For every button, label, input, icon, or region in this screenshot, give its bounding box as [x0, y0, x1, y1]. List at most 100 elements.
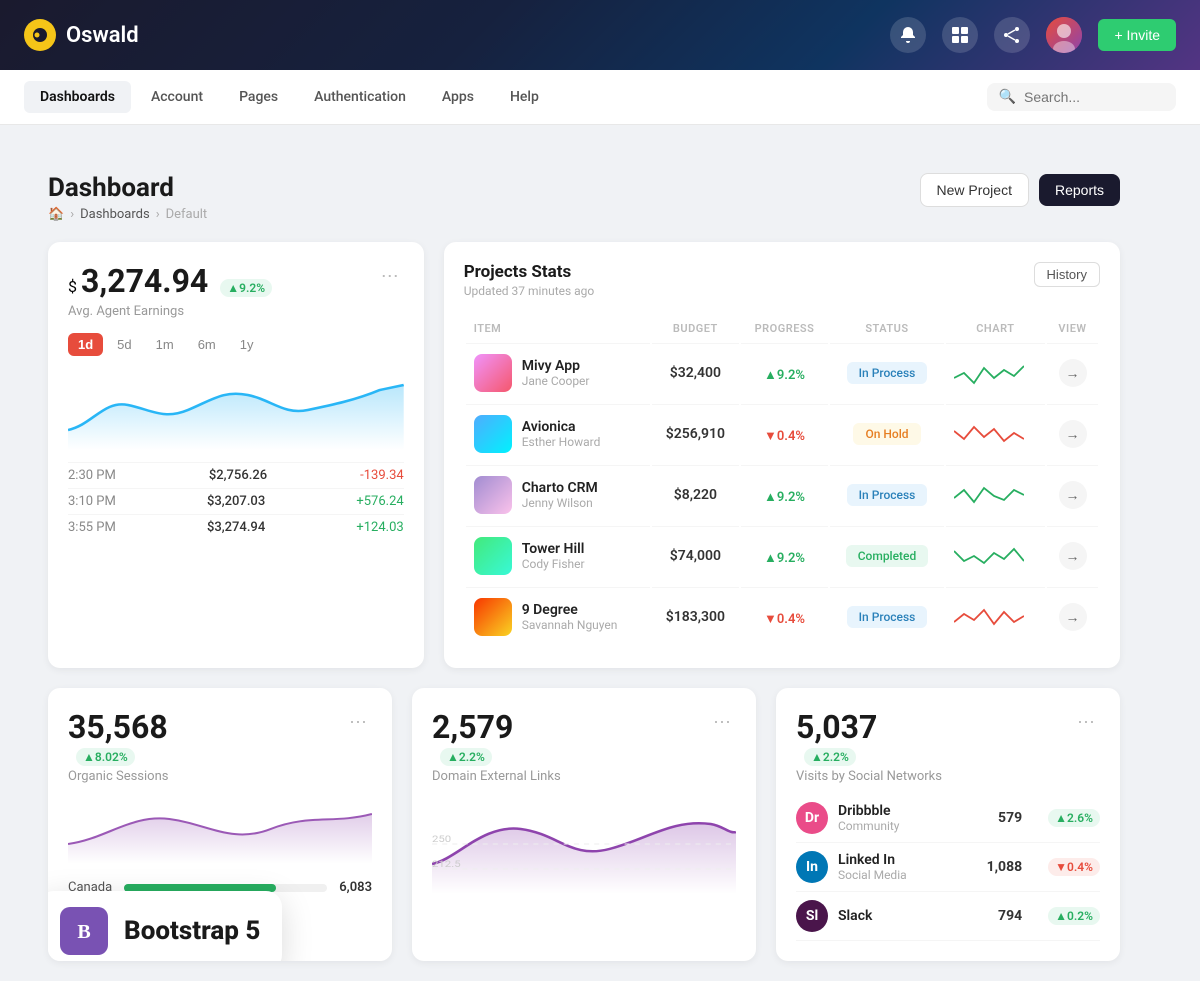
- earnings-more-button[interactable]: ⋯: [376, 262, 404, 290]
- time-3: 3:55 PM: [68, 520, 116, 535]
- social-row-2: Sl Slack 794 ▲0.2%: [796, 892, 1100, 941]
- proj-progress-2: ▲9.2%: [741, 465, 828, 524]
- amount-1: $2,756.26: [209, 468, 267, 483]
- svg-text:212.5: 212.5: [432, 858, 461, 869]
- tab-1y[interactable]: 1y: [230, 333, 264, 356]
- page-title: Dashboard: [48, 173, 207, 203]
- breadcrumb: 🏠 › Dashboards › Default: [48, 207, 207, 222]
- amount-2: $3,207.03: [207, 494, 265, 509]
- nav-apps[interactable]: Apps: [426, 81, 490, 113]
- change-1: -139.34: [360, 468, 404, 483]
- social-name-0: Dribbble: [838, 803, 899, 819]
- table-row: Charto CRM Jenny Wilson $8,220 ▲9.2% In …: [466, 465, 1098, 524]
- nav-authentication[interactable]: Authentication: [298, 81, 422, 113]
- col-chart: CHART: [946, 316, 1045, 341]
- nav-icons: + Invite: [890, 17, 1176, 53]
- social-name-1: Linked In: [838, 852, 907, 868]
- menu-bar: Dashboards Account Pages Authentication …: [0, 70, 1200, 125]
- earnings-card: ⋯ $ 3,274.94 ▲9.2% Avg. Agent Earnings 1…: [48, 242, 424, 668]
- logo-area: Oswald: [24, 19, 890, 51]
- table-row: Avionica Esther Howard $256,910 ▼0.4% On…: [466, 404, 1098, 463]
- projects-title: Projects Stats: [464, 262, 595, 282]
- external-links-card: ⋯ 2,579 ▲2.2% Domain External Links: [412, 688, 756, 961]
- tab-1m[interactable]: 1m: [146, 333, 184, 356]
- nav-dashboards[interactable]: Dashboards: [24, 81, 131, 113]
- links-badge: ▲2.2%: [440, 748, 492, 766]
- history-button[interactable]: History: [1034, 262, 1100, 287]
- view-btn-3[interactable]: →: [1059, 542, 1087, 570]
- social-count-1: 1,088: [987, 859, 1023, 875]
- proj-status-2: In Process: [830, 465, 944, 524]
- tab-6m[interactable]: 6m: [188, 333, 226, 356]
- notification-icon[interactable]: [890, 17, 926, 53]
- time-2: 3:10 PM: [68, 494, 116, 509]
- tab-5d[interactable]: 5d: [107, 333, 141, 356]
- avatar[interactable]: [1046, 17, 1082, 53]
- proj-status-1: On Hold: [830, 404, 944, 463]
- social-icon-0: Dr: [796, 802, 828, 834]
- tab-1d[interactable]: 1d: [68, 333, 103, 356]
- view-btn-0[interactable]: →: [1059, 359, 1087, 387]
- time-1: 2:30 PM: [68, 468, 116, 483]
- proj-progress-0: ▲9.2%: [741, 343, 828, 402]
- proj-name-2: Charto CRM: [522, 480, 598, 496]
- social-badge: ▲2.2%: [804, 748, 856, 766]
- col-view: VIEW: [1047, 316, 1098, 341]
- table-row: Mivy App Jane Cooper $32,400 ▲9.2% In Pr…: [466, 343, 1098, 402]
- time-data: 2:30 PM $2,756.26 -139.34 3:10 PM $3,207…: [68, 462, 404, 540]
- time-tabs: 1d 5d 1m 6m 1y: [68, 333, 404, 356]
- sessions-more-button[interactable]: ⋯: [344, 708, 372, 736]
- proj-owner-4: Savannah Nguyen: [522, 618, 618, 632]
- proj-status-3: Completed: [830, 526, 944, 585]
- share-icon[interactable]: [994, 17, 1030, 53]
- view-btn-2[interactable]: →: [1059, 481, 1087, 509]
- proj-chart-1: [946, 404, 1045, 463]
- social-name-2: Slack: [838, 908, 872, 924]
- change-3: +124.03: [356, 520, 403, 535]
- links-label: Domain External Links: [432, 769, 736, 784]
- proj-view-1[interactable]: →: [1047, 404, 1098, 463]
- links-more-button[interactable]: ⋯: [708, 708, 736, 736]
- amount-3: $3,274.94: [207, 520, 265, 535]
- view-btn-4[interactable]: →: [1059, 603, 1087, 631]
- svg-text:250: 250: [432, 833, 451, 844]
- nav-account[interactable]: Account: [135, 81, 219, 113]
- sessions-card: ⋯ 35,568 ▲8.02% Organic Sessions: [48, 688, 392, 961]
- earnings-amount: 3,274.94: [81, 262, 208, 300]
- app-logo-text: Oswald: [66, 23, 139, 48]
- search-input[interactable]: [1024, 89, 1164, 105]
- proj-view-4[interactable]: →: [1047, 587, 1098, 646]
- top-nav: Oswald + Invite: [0, 0, 1200, 70]
- proj-view-3[interactable]: →: [1047, 526, 1098, 585]
- header-buttons: New Project Reports: [920, 173, 1121, 207]
- invite-button[interactable]: + Invite: [1098, 19, 1176, 51]
- nav-help[interactable]: Help: [494, 81, 555, 113]
- proj-chart-4: [946, 587, 1045, 646]
- reports-button[interactable]: Reports: [1039, 174, 1120, 206]
- nav-pages[interactable]: Pages: [223, 81, 294, 113]
- proj-item-1: Avionica Esther Howard: [466, 404, 650, 463]
- breadcrumb-default: Default: [166, 207, 208, 222]
- proj-name-0: Mivy App: [522, 358, 590, 374]
- social-icon-1: In: [796, 851, 828, 883]
- social-more-button[interactable]: ⋯: [1072, 708, 1100, 736]
- social-count-2: 794: [998, 908, 1022, 924]
- projects-title-area: Projects Stats Updated 37 minutes ago: [464, 262, 595, 298]
- breadcrumb-dashboards[interactable]: Dashboards: [80, 207, 150, 222]
- proj-name-1: Avionica: [522, 419, 601, 435]
- social-count-0: 579: [998, 810, 1022, 826]
- social-row-0: Dr Dribbble Community 579 ▲2.6%: [796, 794, 1100, 843]
- projects-subtitle: Updated 37 minutes ago: [464, 284, 595, 298]
- sessions-chart: [68, 794, 372, 874]
- view-btn-1[interactable]: →: [1059, 420, 1087, 448]
- social-info-2: Slack: [838, 908, 872, 924]
- bootstrap-text: Bootstrap 5: [124, 916, 260, 946]
- grid-icon[interactable]: [942, 17, 978, 53]
- time-row-3: 3:55 PM $3,274.94 +124.03: [68, 514, 404, 540]
- proj-icon-4: [474, 598, 512, 636]
- social-amount: 5,037: [796, 708, 942, 746]
- proj-view-0[interactable]: →: [1047, 343, 1098, 402]
- proj-item-0: Mivy App Jane Cooper: [466, 343, 650, 402]
- proj-view-2[interactable]: →: [1047, 465, 1098, 524]
- new-project-button[interactable]: New Project: [920, 173, 1029, 207]
